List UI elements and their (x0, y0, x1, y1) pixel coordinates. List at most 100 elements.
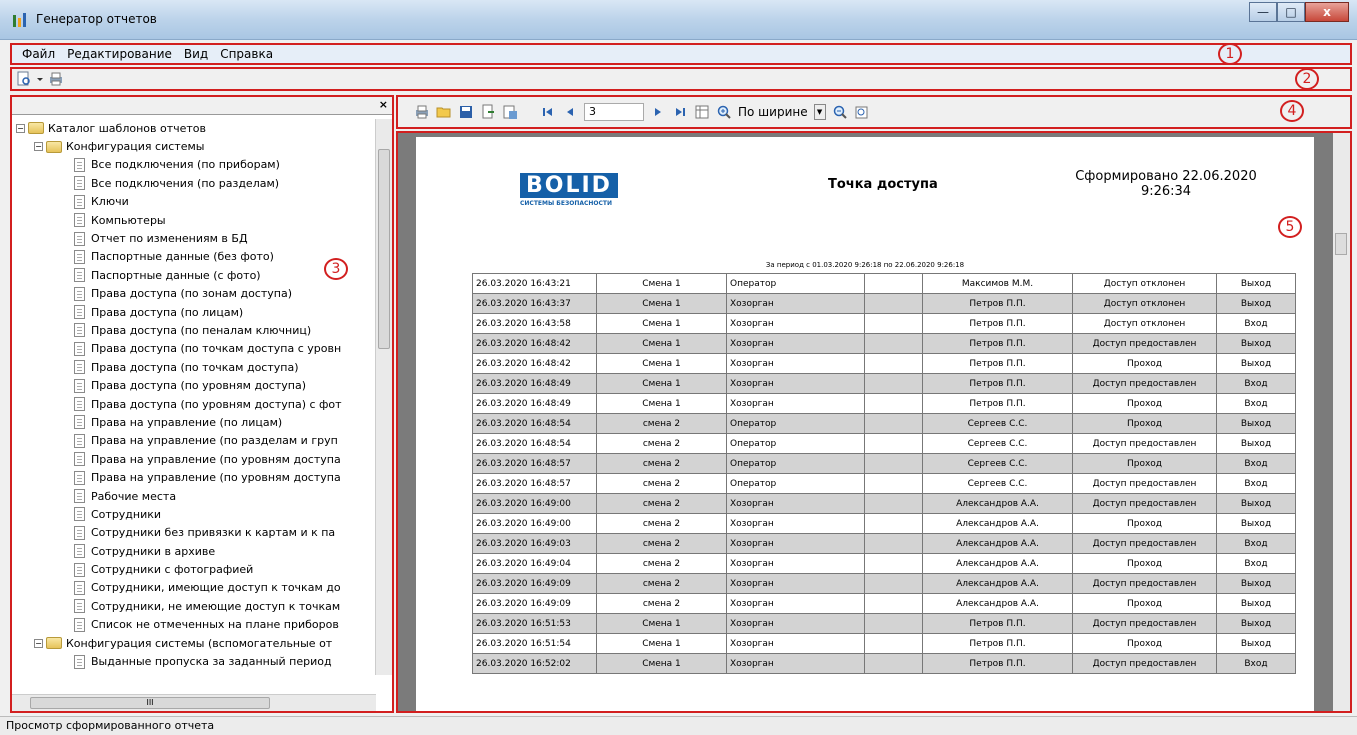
minimize-button[interactable]: — (1249, 2, 1277, 22)
scroll-thumb[interactable] (1335, 233, 1347, 255)
folder-icon (28, 122, 44, 135)
tree-item[interactable]: Список не отмеченных на плане приборов (12, 616, 372, 634)
page-setup-icon[interactable] (502, 104, 518, 120)
menu-file[interactable]: Файл (16, 47, 61, 61)
page-layout-icon[interactable] (694, 104, 710, 120)
print-icon[interactable] (414, 104, 430, 120)
zoom-dropdown-icon[interactable]: ▼ (813, 104, 826, 120)
preview-icon[interactable] (16, 71, 32, 87)
table-cell (864, 513, 923, 534)
find-icon[interactable] (854, 104, 870, 120)
panel-close-icon[interactable]: × (379, 98, 388, 111)
zoom-in-icon[interactable] (716, 104, 732, 120)
tree-horizontal-scrollbar[interactable]: III (12, 694, 376, 711)
table-cell: Оператор (726, 473, 865, 494)
report-table: 26.03.2020 16:43:21 Смена 1 Оператор Максим… (472, 273, 1296, 674)
tree-item[interactable]: Рабочие места (12, 487, 372, 505)
tree-item[interactable]: Все подключения (по приборам) (12, 156, 372, 174)
tree-item[interactable]: Паспортные данные (без фото) (12, 248, 372, 266)
scroll-thumb[interactable]: III (30, 697, 270, 709)
collapse-icon[interactable]: − (34, 142, 43, 152)
table-cell: Оператор (726, 433, 865, 454)
export-icon[interactable] (480, 104, 496, 120)
status-bar: Просмотр сформированного отчета (0, 716, 1357, 735)
tree-item[interactable]: Компьютеры (12, 211, 372, 229)
tree-item[interactable]: Сотрудники, имеющие доступ к точкам до (12, 579, 372, 597)
tree-item[interactable]: Все подключения (по разделам) (12, 174, 372, 192)
tree-folder[interactable]: − Конфигурация системы (12, 137, 372, 155)
tree-item[interactable]: Права на управление (по уровням доступа (12, 450, 372, 468)
tree-item[interactable]: Права доступа (по пеналам ключниц) (12, 321, 372, 339)
tree-item[interactable]: Сотрудники без привязки к картам и к па (12, 524, 372, 542)
collapse-icon[interactable]: − (34, 638, 43, 648)
main-toolbar (10, 67, 1352, 91)
tree-item[interactable]: Ключи (12, 193, 372, 211)
table-cell: Сергеев С.С. (922, 433, 1073, 454)
open-folder-icon[interactable] (436, 104, 452, 120)
tree-item[interactable]: Выданные пропуска за заданный период (12, 652, 372, 670)
tree-item[interactable]: Права доступа (по лицам) (12, 303, 372, 321)
tree-folder[interactable]: − Каталог шаблонов отчетов (12, 119, 372, 137)
tree-item-label: Каталог шаблонов отчетов (48, 121, 207, 135)
report-preview: BOLID СИСТЕМЫ БЕЗОПАСНОСТИ Точка доступа… (396, 131, 1352, 713)
tree-item[interactable]: Права доступа (по точкам доступа) (12, 358, 372, 376)
tree-item[interactable]: Права на управление (по разделам и груп (12, 432, 372, 450)
tree-item[interactable]: Права на управление (по уровням доступа (12, 468, 372, 486)
collapse-icon[interactable]: − (16, 123, 25, 133)
tree-item-label: Отчет по изменениям в БД (91, 232, 248, 246)
tree-item[interactable]: Права доступа (по зонам доступа) (12, 285, 372, 303)
table-cell: Хозорган (726, 593, 865, 614)
scroll-thumb[interactable] (378, 149, 390, 349)
table-cell: Проход (1072, 453, 1217, 474)
close-button[interactable]: x (1305, 2, 1349, 22)
table-cell (864, 633, 923, 654)
tree-item[interactable]: Сотрудники в архиве (12, 542, 372, 560)
tree-item[interactable]: Сотрудники, не имеющие доступ к точкам (12, 597, 372, 615)
tree-vertical-scrollbar[interactable] (375, 119, 392, 675)
table-cell: Александров А.А. (922, 553, 1073, 574)
menu-view[interactable]: Вид (178, 47, 214, 61)
save-icon[interactable] (458, 104, 474, 120)
table-cell: Смена 1 (596, 373, 727, 394)
tree-item[interactable]: Права доступа (по уровням доступа) с фот (12, 395, 372, 413)
tree-item[interactable]: Права доступа (по точкам доступа с уровн (12, 340, 372, 358)
table-cell: Выход (1216, 333, 1296, 354)
table-cell: Проход (1072, 633, 1217, 654)
tree-folder[interactable]: − Конфигурация системы (вспомогательные о… (12, 634, 372, 652)
menu-help[interactable]: Справка (214, 47, 279, 61)
tree-item[interactable]: Права доступа (по уровням доступа) (12, 376, 372, 394)
tree-item[interactable]: Отчет по изменениям в БД (12, 229, 372, 247)
zoom-select[interactable]: По ширине (738, 105, 808, 119)
table-cell: смена 2 (596, 513, 727, 534)
table-cell (864, 273, 923, 294)
table-cell: смена 2 (596, 453, 727, 474)
table-cell (864, 613, 923, 634)
tree-item[interactable]: Права на управление (по лицам) (12, 413, 372, 431)
maximize-button[interactable]: □ (1277, 2, 1305, 22)
table-row: 26.03.2020 16:48:49 Смена 1 Хозорган Петров… (472, 373, 1296, 394)
tree-item[interactable]: Паспортные данные (с фото) (12, 266, 372, 284)
menu-edit[interactable]: Редактирование (61, 47, 178, 61)
table-row: 26.03.2020 16:48:42 Смена 1 Хозорган Петров… (472, 333, 1296, 354)
report-vertical-scrollbar[interactable] (1333, 133, 1350, 711)
print-icon[interactable] (48, 71, 64, 87)
page-number-input[interactable]: 3 (584, 103, 644, 121)
table-cell (864, 473, 923, 494)
tree-item[interactable]: Сотрудники (12, 505, 372, 523)
folder-icon (46, 140, 62, 153)
table-cell: Выход (1216, 293, 1296, 314)
first-page-icon[interactable] (540, 104, 556, 120)
prev-page-icon[interactable] (562, 104, 578, 120)
table-cell: смена 2 (596, 413, 727, 434)
next-page-icon[interactable] (650, 104, 666, 120)
document-icon (74, 433, 85, 448)
table-cell: Хозорган (726, 493, 865, 514)
table-row: 26.03.2020 16:52:02 Смена 1 Хозорган Петров… (472, 653, 1296, 674)
table-row: 26.03.2020 16:49:00 смена 2 Хозорган Алекса… (472, 513, 1296, 534)
tree-item[interactable]: Сотрудники с фотографией (12, 560, 372, 578)
document-icon (74, 305, 85, 320)
last-page-icon[interactable] (672, 104, 688, 120)
zoom-out-icon[interactable] (832, 104, 848, 120)
document-icon (74, 452, 85, 467)
preview-dropdown-icon[interactable] (36, 71, 44, 87)
